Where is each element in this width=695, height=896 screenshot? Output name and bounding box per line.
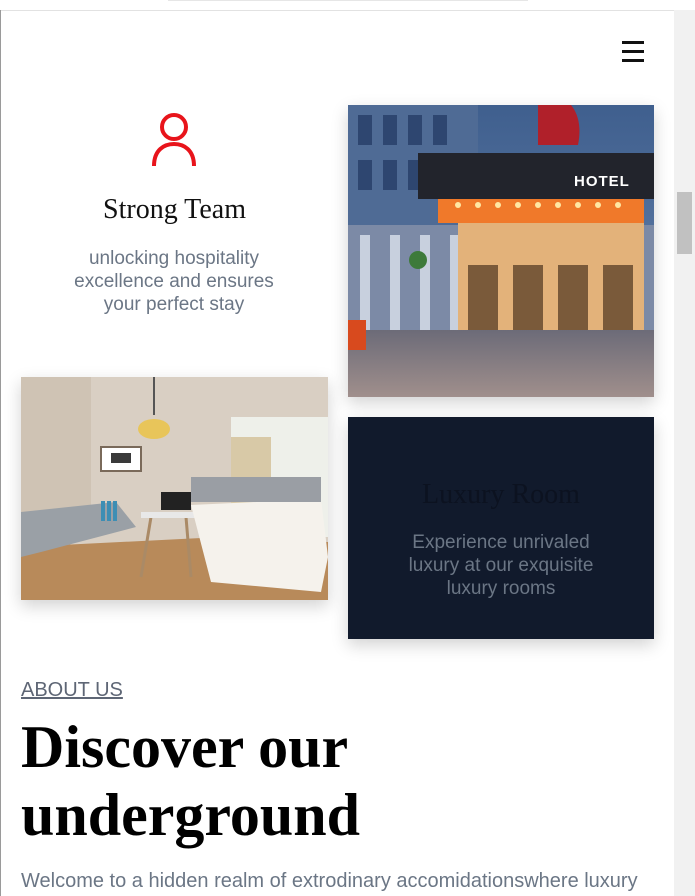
window-edge [0,10,1,896]
user-icon [152,113,196,167]
hamburger-menu-icon[interactable] [620,38,646,64]
scrollbar[interactable] [674,10,695,896]
about-us-link[interactable]: ABOUT US [21,679,123,702]
hotel-entrance-photo: HOTEL [348,105,654,397]
team-description: unlocking hospitality excellence and ens… [74,248,274,315]
about-heading: Discover our underground [21,714,361,848]
tab-divider [168,0,528,1]
hotel-sign: HOTEL [574,173,630,190]
team-title: Strong Team [103,194,246,225]
scrollbar-thumb[interactable] [677,192,692,254]
luxury-room-title: Luxury Room [422,479,580,510]
browser-top-bar [0,0,695,11]
luxury-room-card[interactable]: Luxury Room Experience unrivaled luxury … [348,417,654,639]
luxury-room-description: Experience unrivaled luxury at our exqui… [408,532,594,599]
about-intro-text: Welcome to a hidden realm of extrodinary… [21,870,638,892]
hotel-room-photo [21,377,328,600]
